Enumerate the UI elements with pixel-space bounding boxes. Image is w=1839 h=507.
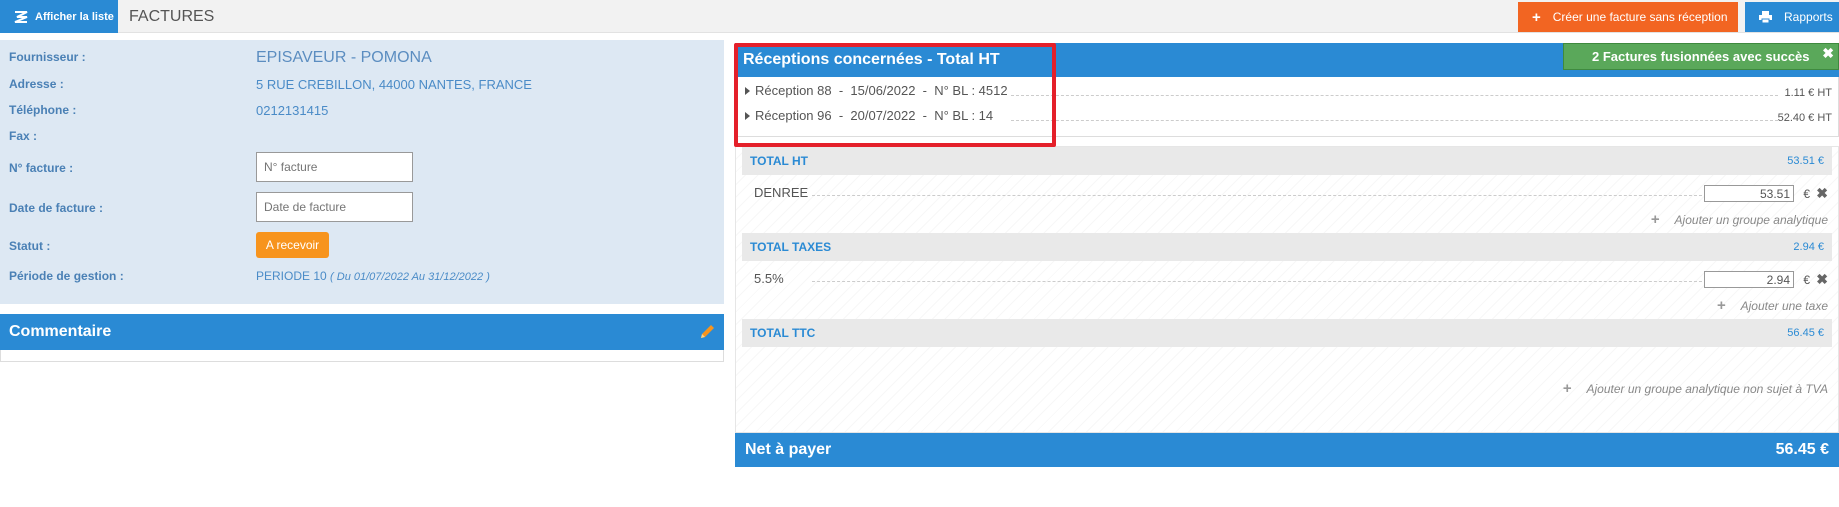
total-ttc-value: 56.45 € [1787, 327, 1824, 339]
show-list-label: Afficher la liste [35, 10, 114, 23]
address-label: Adresse : [9, 77, 64, 91]
pencil-icon[interactable] [699, 323, 716, 340]
delete-icon[interactable]: ✖ [1816, 271, 1828, 288]
invoice-date-input[interactable] [256, 192, 413, 222]
supplier-name: EPISAVEUR - POMONA [256, 49, 432, 66]
comment-title: Commentaire [9, 323, 112, 340]
denree-row: DENREE € ✖ [742, 185, 1832, 207]
period-value: PERIODE 10 ( Du 01/07/2022 Au 31/12/2022… [256, 269, 490, 283]
close-icon[interactable]: ✖ [1822, 45, 1834, 62]
highlight-frame [734, 43, 1056, 147]
tax-amount-input[interactable] [1704, 271, 1794, 288]
total-ht-label: TOTAL HT [750, 154, 808, 168]
net-to-pay-value: 56.45 € [1775, 441, 1829, 458]
create-invoice-label: Créer une facture sans réception [1552, 10, 1728, 24]
dotted-leader [812, 281, 1707, 282]
create-invoice-button[interactable]: + Créer une facture sans réception [1518, 2, 1738, 32]
plus-icon: + [1716, 297, 1726, 314]
net-to-pay-label: Net à payer [745, 441, 832, 458]
show-list-button[interactable]: Afficher la liste [0, 0, 118, 33]
add-tax-link[interactable]: + Ajouter une taxe [1717, 297, 1828, 314]
totals-panel: TOTAL HT 53.51 € DENREE € ✖ + Ajouter un… [735, 146, 1839, 433]
total-ht-value: 53.51 € [1787, 155, 1824, 167]
net-to-pay-bar: Net à payer 56.45 € [735, 433, 1839, 467]
total-ttc-row: TOTAL TTC 56.45 € [742, 319, 1832, 347]
success-notification: 2 Factures fusionnées avec succès ✖ [1563, 43, 1839, 70]
comment-header: Commentaire [0, 314, 724, 350]
phone-value: 0212131415 [256, 103, 329, 118]
fax-label: Fax : [9, 129, 38, 143]
list-icon [14, 10, 28, 23]
denree-label: DENREE [754, 185, 809, 200]
add-analytic-group-no-vat-label: Ajouter un groupe analytique non sujet à… [1586, 382, 1829, 396]
add-tax-label: Ajouter une taxe [1740, 299, 1828, 313]
total-ttc-label: TOTAL TTC [750, 326, 816, 340]
comment-body[interactable] [0, 350, 724, 362]
add-analytic-group-link[interactable]: + Ajouter un groupe analytique [1651, 211, 1828, 228]
currency-symbol: € [1803, 273, 1810, 287]
invoice-number-input[interactable] [256, 152, 413, 182]
add-analytic-group-no-vat-link[interactable]: + Ajouter un groupe analytique non sujet… [1563, 380, 1828, 397]
denree-amount-input[interactable] [1704, 185, 1794, 202]
status-badge[interactable]: A recevoir [256, 232, 329, 258]
reports-label: Rapports [1784, 10, 1833, 24]
top-bar: Afficher la liste FACTURES + Créer une f… [0, 0, 1839, 33]
tax-rate-label: 5.5% [754, 271, 784, 286]
reception-amount: 1.11 € HT [1784, 87, 1833, 99]
add-analytic-group-label: Ajouter un groupe analytique [1674, 213, 1828, 227]
phone-label: Téléphone : [9, 103, 77, 117]
total-taxes-value: 2.94 € [1793, 241, 1824, 253]
period-name: PERIODE 10 [256, 269, 327, 283]
reception-amount: 52.40 € HT [1777, 112, 1832, 124]
total-taxes-row: TOTAL TAXES 2.94 € [742, 233, 1832, 261]
printer-icon [1759, 11, 1772, 23]
plus-icon: + [1650, 211, 1660, 228]
supplier-label: Fournisseur : [9, 50, 86, 64]
period-label: Période de gestion : [9, 269, 124, 283]
dotted-leader [1011, 95, 1778, 96]
plus-icon: + [1562, 380, 1572, 397]
currency-symbol: € [1803, 187, 1810, 201]
page-title: FACTURES [129, 8, 215, 25]
address-value: 5 RUE CREBILLON, 44000 NANTES, FRANCE [256, 77, 532, 92]
dotted-leader [812, 195, 1707, 196]
status-label: Statut : [9, 239, 51, 253]
invoice-number-label: N° facture : [9, 161, 74, 175]
invoice-date-label: Date de facture : [9, 201, 104, 215]
success-message: 2 Factures fusionnées avec succès [1592, 49, 1810, 64]
plus-icon: + [1532, 8, 1541, 26]
reports-button[interactable]: Rapports [1745, 2, 1839, 32]
total-taxes-label: TOTAL TAXES [750, 240, 832, 254]
tax-rate-row: 5.5% € ✖ [742, 271, 1832, 293]
period-range: ( Du 01/07/2022 Au 31/12/2022 ) [330, 271, 490, 283]
dotted-leader [1011, 120, 1778, 121]
total-ht-row: TOTAL HT 53.51 € [742, 147, 1832, 175]
delete-icon[interactable]: ✖ [1816, 185, 1828, 202]
supplier-info-panel: Fournisseur : EPISAVEUR - POMONA Adresse… [0, 40, 724, 304]
